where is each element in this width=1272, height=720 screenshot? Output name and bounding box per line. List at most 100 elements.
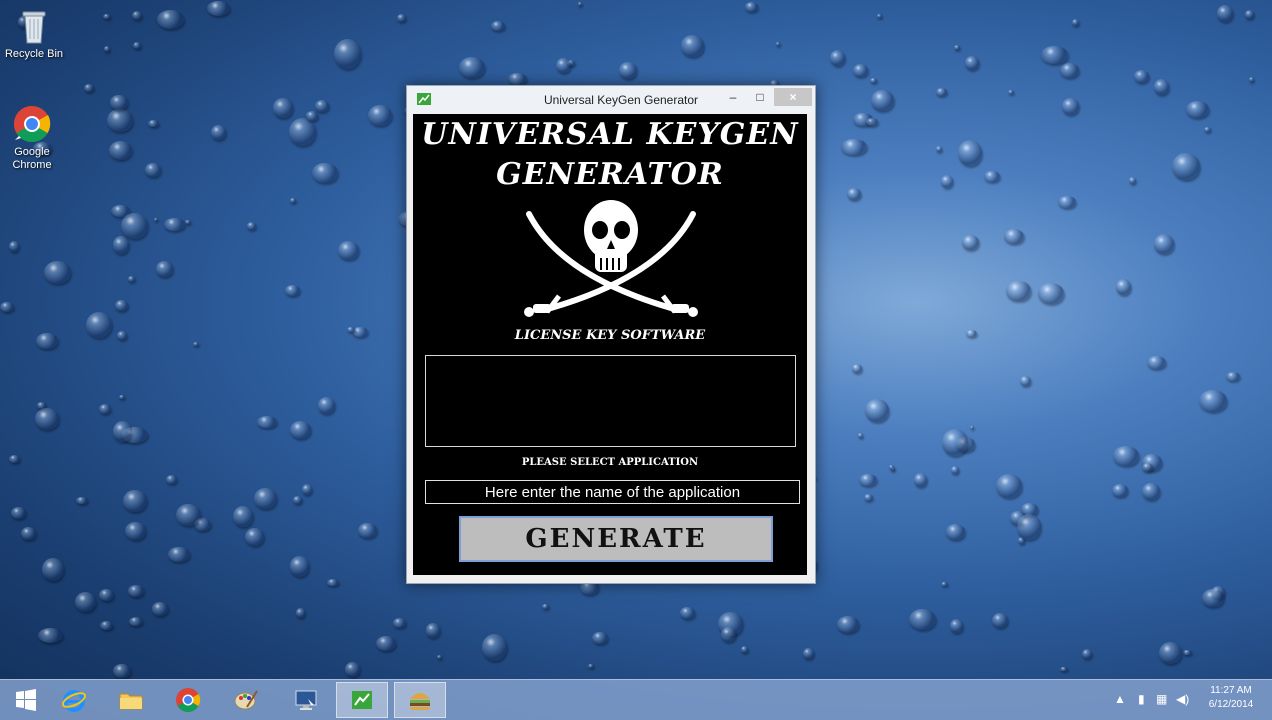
minimize-button[interactable]: – [720,88,746,106]
burger-icon [410,693,430,710]
window-titlebar[interactable]: Universal KeyGen Generator – □ × [407,86,815,114]
raindrop [83,83,94,93]
raindrop [10,506,27,520]
raindrop [290,198,296,203]
raindrop [98,588,114,602]
folder-icon [119,693,143,710]
raindrop [98,404,111,415]
raindrop [830,49,846,66]
raindrop [1040,45,1068,64]
close-button[interactable]: × [774,88,812,106]
raindrop [941,428,968,457]
raindrop [284,285,300,296]
headline-line-2: GENERATOR [496,157,724,192]
raindrop [317,397,335,415]
raindrop [459,56,485,78]
raindrop [253,487,277,510]
raindrop [908,608,937,631]
desktop-icon-label: Google Chrome [12,146,52,171]
raindrop [112,663,131,679]
raindrop [207,0,231,16]
raindrop [1116,278,1132,295]
raindrop [128,617,144,627]
raindrop [1249,76,1255,82]
taskbar-clock[interactable]: 11:27 AM 6/12/2014 [1196,684,1266,712]
raindrop [1202,588,1224,608]
show-hidden-icons-chevron-up-icon[interactable]: ▲ [1114,692,1126,706]
raindrop [156,261,174,277]
raindrop [588,663,594,668]
raindrop [1183,649,1192,655]
raindrop [21,526,36,540]
raindrop [145,163,162,178]
raindrop [1016,514,1041,540]
raindrop [1216,5,1234,23]
raindrop [541,603,549,609]
application-name-input[interactable] [425,480,800,504]
license-key-output[interactable] [425,355,796,447]
raindrop [293,495,302,504]
taskbar-file-explorer[interactable] [105,682,157,718]
paint-palette-icon [234,690,258,710]
taskbar-burger-app[interactable] [394,682,446,718]
raindrop [1037,282,1064,304]
raindrop [333,38,361,69]
raindrop [1062,97,1080,115]
keygen-window: Universal KeyGen Generator – □ × UNIVERS… [406,85,816,584]
computer-monitor-icon [295,690,317,710]
raindrop [951,466,960,475]
raindrop [1129,177,1137,185]
raindrop [1059,62,1079,79]
raindrop [1199,389,1228,413]
taskbar-remote-desktop[interactable] [280,682,332,718]
raindrop [1185,101,1210,119]
raindrop [775,42,780,46]
raindrop [481,633,507,661]
raindrop [36,332,58,350]
raindrop [802,648,814,660]
raindrop [836,615,860,633]
raindrop [1020,375,1031,387]
clock-date: 6/12/2014 [1208,699,1254,710]
raindrop [1146,355,1166,369]
select-application-label: PLEASE SELECT APPLICATION [521,457,699,468]
battery-icon[interactable]: ▮ [1138,692,1145,706]
raindrop [949,619,963,634]
raindrop [945,524,966,540]
desktop-icon-recycle-bin[interactable]: Recycle Bin [2,6,66,61]
maximize-button[interactable]: □ [747,88,773,106]
taskbar-chrome[interactable] [162,682,214,718]
raindrop [392,618,406,628]
raindrop [577,2,582,6]
raindrop [964,56,980,70]
raindrop [358,523,377,539]
raindrop [935,146,943,153]
desktop-icon-google-chrome[interactable]: Google Chrome [0,104,64,172]
taskbar-keygen-app[interactable] [336,682,388,718]
raindrop [1158,641,1183,665]
raindrop [744,2,759,13]
raindrop [1141,462,1153,472]
raindrop [124,521,146,541]
raindrop [305,111,319,121]
raindrop [852,364,863,373]
raindrop [112,236,130,255]
raindrop [555,57,571,73]
raindrop [508,73,528,86]
start-button[interactable] [0,682,52,718]
raindrop [865,398,890,423]
generate-button[interactable]: GENERATE [459,516,773,562]
raindrop [1244,10,1255,19]
raindrop [211,124,226,140]
raindrop [1172,153,1200,181]
raindrop [8,241,20,253]
raindrop [436,654,443,659]
volume-icon[interactable]: ◀) [1176,692,1189,706]
raindrop [864,493,874,502]
taskbar-paint[interactable] [220,682,272,718]
raindrop [163,217,185,231]
taskbar-internet-explorer[interactable] [48,682,100,718]
raindrop [367,104,393,127]
raindrop [38,627,63,643]
network-icon[interactable]: ▦ [1156,692,1167,706]
